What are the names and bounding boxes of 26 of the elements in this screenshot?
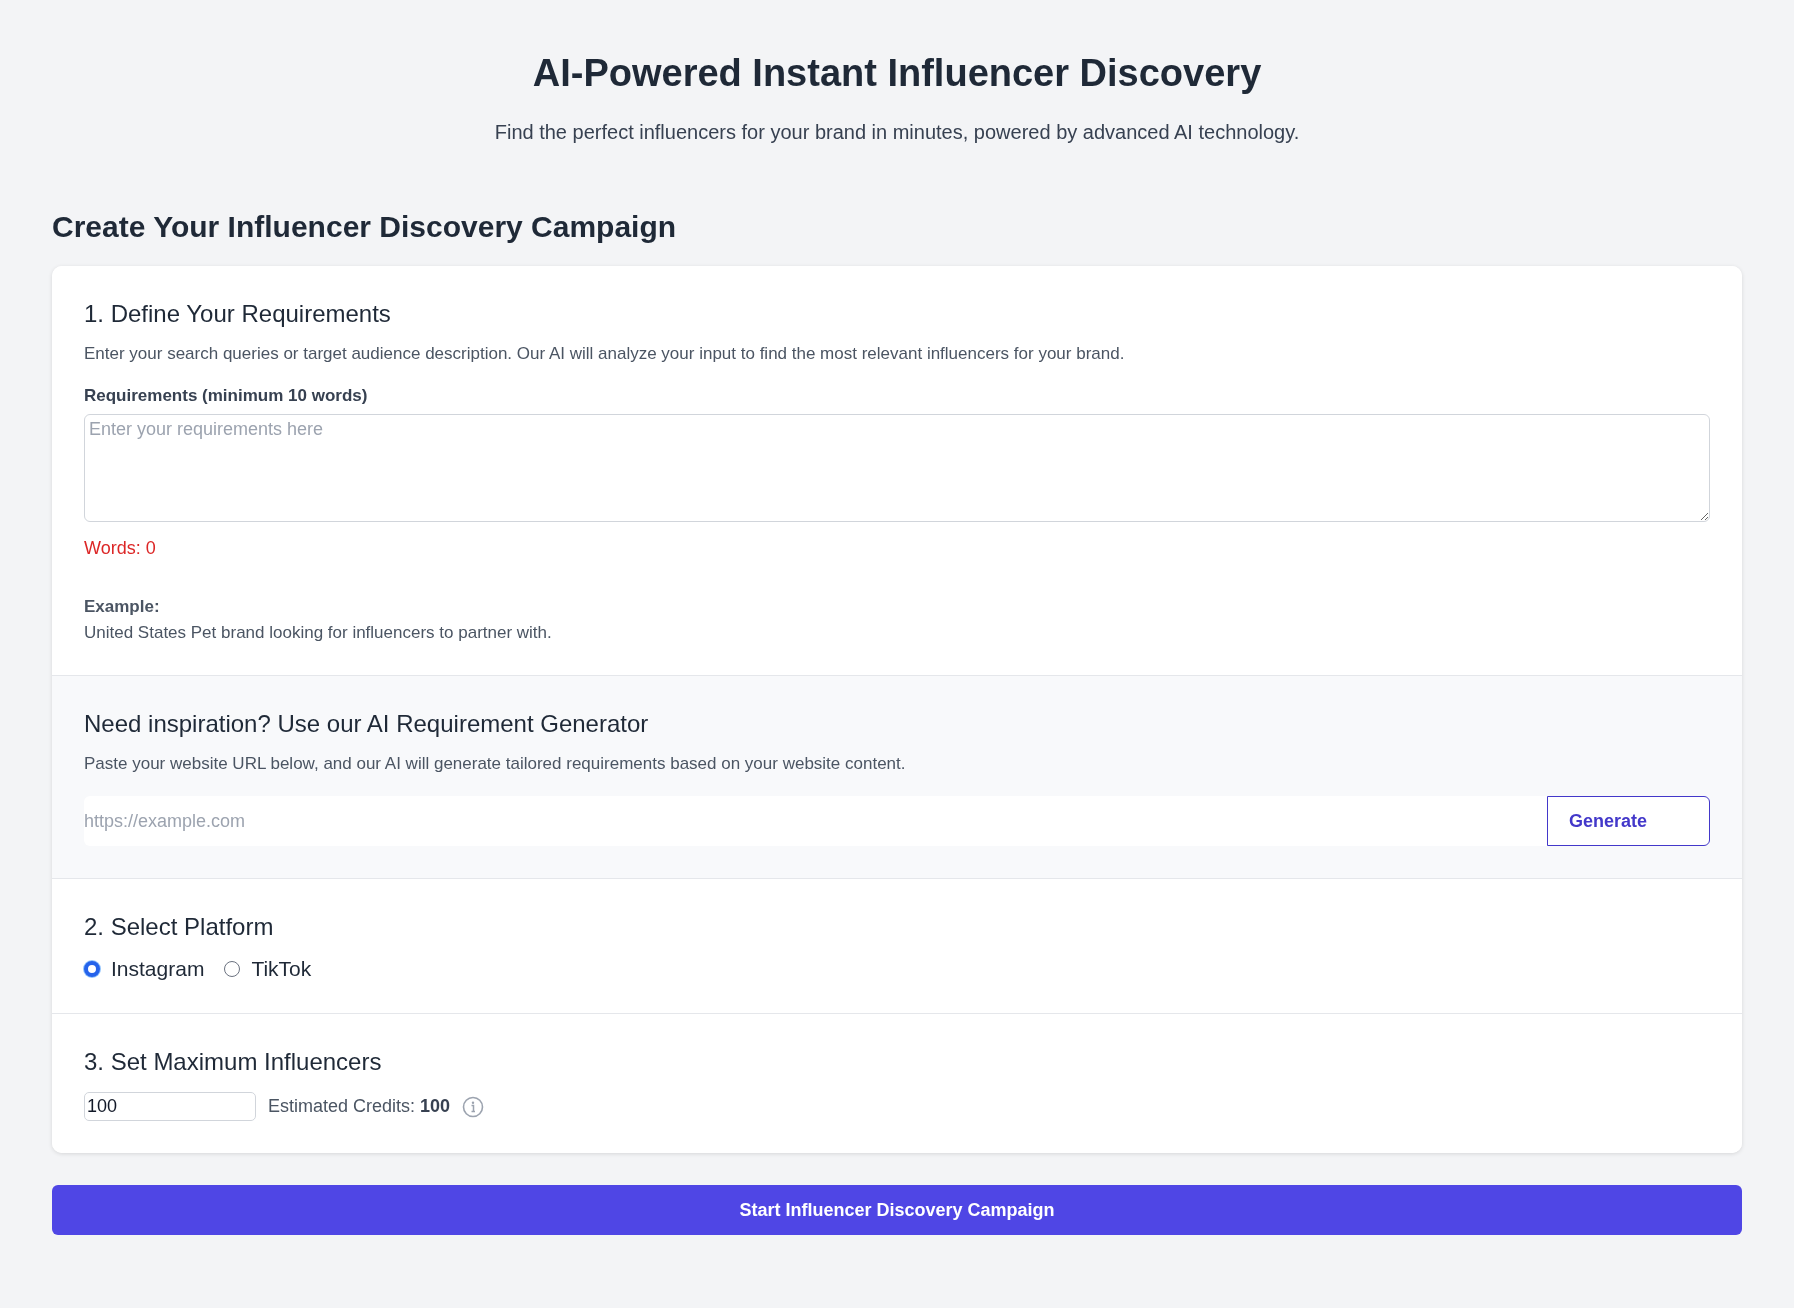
generate-button[interactable]: Generate (1547, 796, 1710, 846)
section-heading: 1. Define Your Requirements (84, 300, 392, 328)
platform-option[interactable]: TikTok (224, 957, 312, 981)
section-description: Paste your website URL below, and our AI will generate tailored requirements based on your website content. (84, 754, 907, 774)
word-count: Words: 0 (84, 538, 157, 559)
example-text: United States Pet brand looking for influencers to partner with. (84, 623, 553, 643)
estimated-credits: Estimated Credits: 100 (268, 1096, 451, 1117)
info-icon[interactable] (462, 1095, 485, 1118)
section-heading: 3. Set Maximum Influencers (84, 1048, 383, 1076)
section-heading: Need inspiration? Use our AI Requirement Generator (84, 710, 650, 738)
campaign-heading: Create Your Influencer Discovery Campaign (52, 210, 678, 244)
option-label: TikTok (251, 957, 312, 981)
section-description: Enter your search queries or target audience description. Our AI will analyze your input to find the most relevant influencers for your brand. (84, 344, 1126, 364)
maximum-field[interactable]: 100 (84, 1092, 256, 1121)
radio-button[interactable] (224, 961, 241, 977)
requirements-field[interactable]: Enter your requirements here (84, 414, 1710, 522)
platform-option[interactable]: Instagram (84, 957, 205, 981)
page-title: AI-Powered Instant Influencer Discovery (531, 52, 1263, 95)
field-label: Requirements (minimum 10 words) (84, 386, 369, 406)
start-campaign-button[interactable]: Start Influencer Discovery Campaign (52, 1185, 1742, 1235)
section-heading: 2. Select Platform (84, 913, 275, 941)
option-label: Instagram (111, 957, 205, 981)
page-subtitle: Find the perfect influencers for your brand in minutes, powered by advanced AI technology. (493, 121, 1301, 144)
example-label: Example: (84, 597, 161, 617)
url-field[interactable]: https://example.com (84, 796, 1547, 846)
radio-button[interactable] (84, 961, 100, 977)
